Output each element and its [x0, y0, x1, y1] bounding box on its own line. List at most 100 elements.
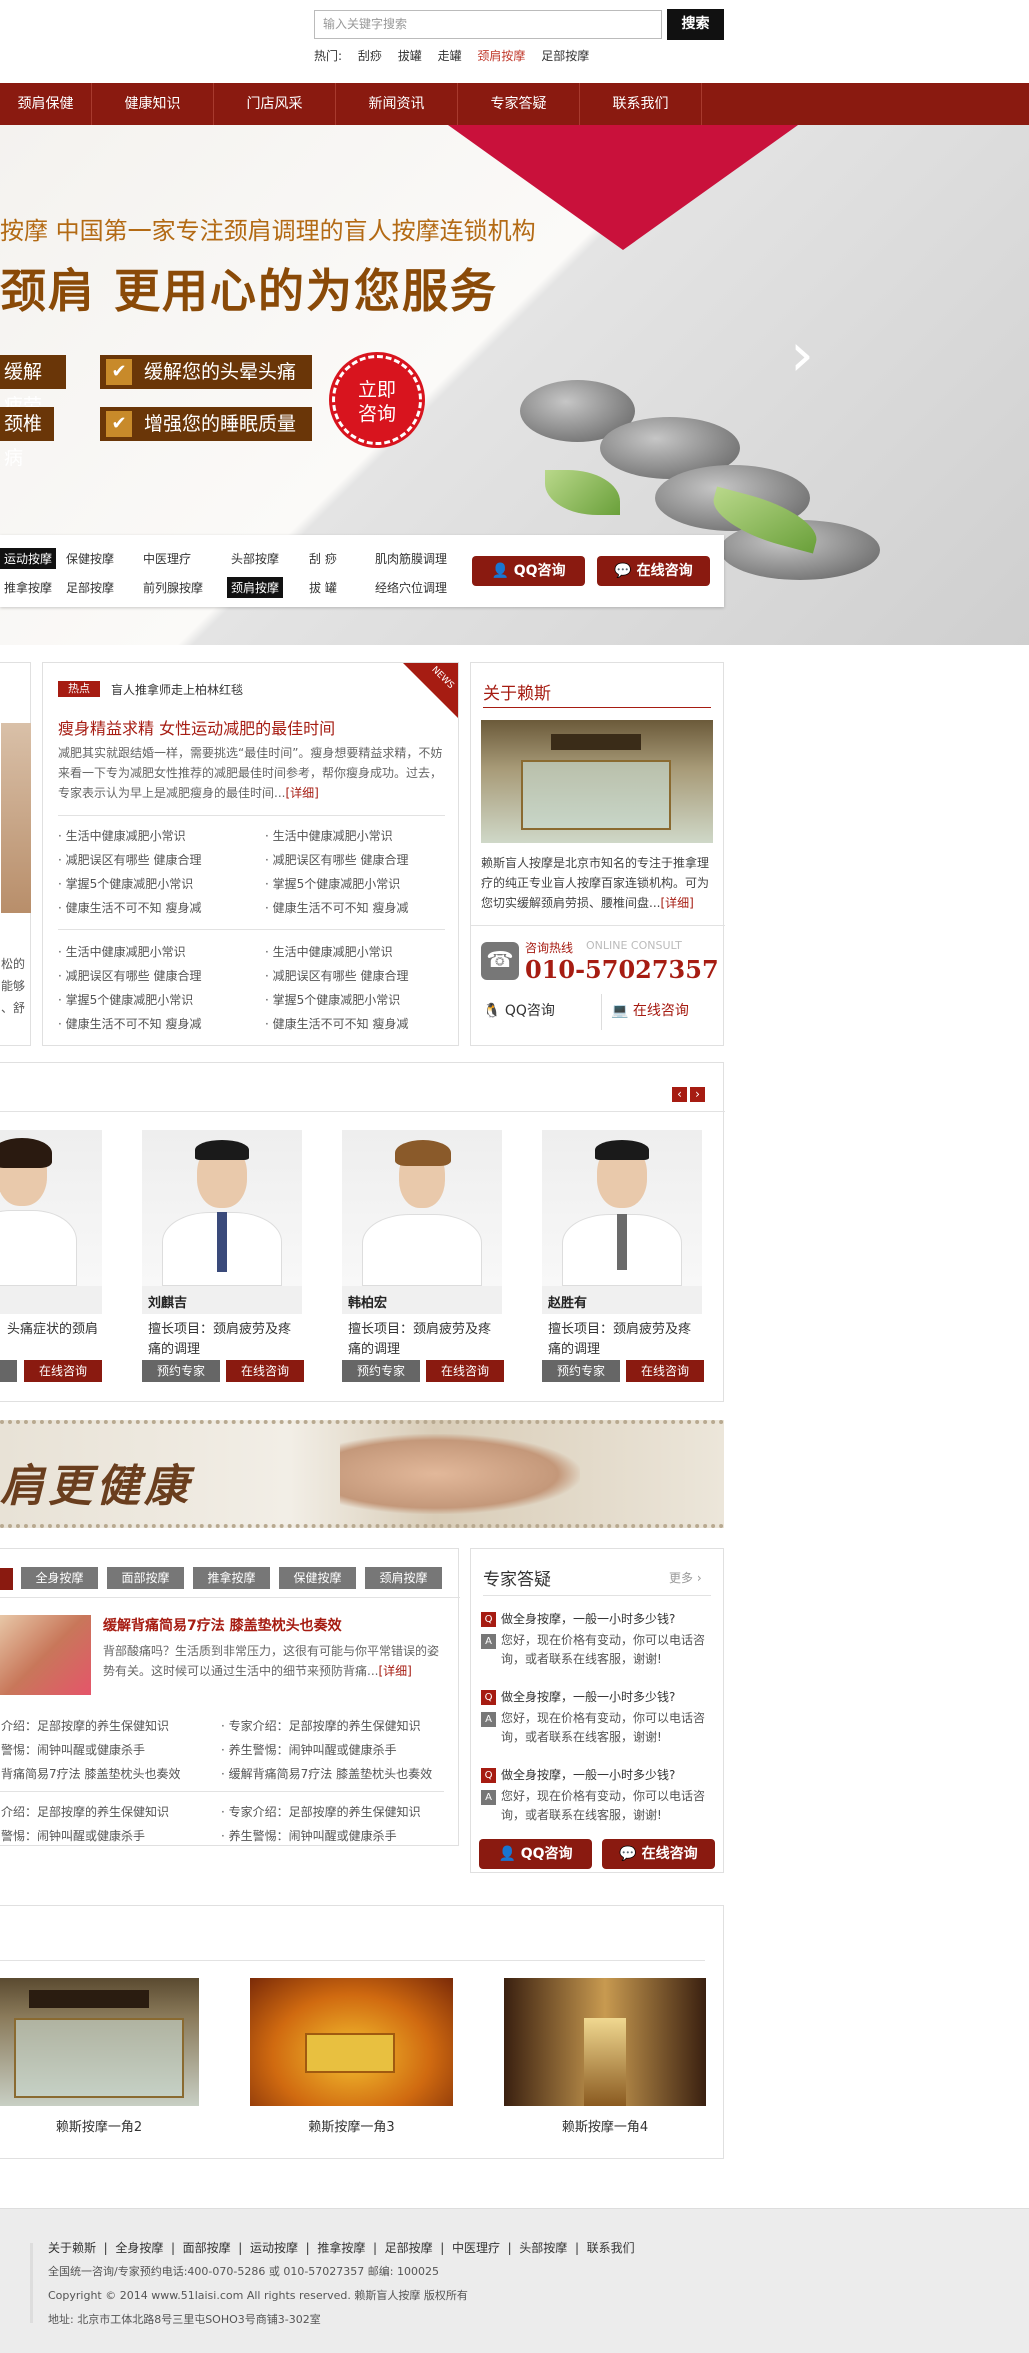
nav-item[interactable]: 健康知识 [92, 83, 214, 125]
store-caption[interactable]: 赖斯按摩一角2 [0, 2116, 199, 2135]
quick-link[interactable]: 前列腺按摩 [139, 577, 207, 598]
tab-neck[interactable]: 颈肩按摩 [365, 1567, 442, 1589]
article-list-item[interactable]: 警惕：闹钟叫醒或健康杀手 [1, 1741, 145, 1758]
detail-link[interactable]: [详细] [285, 786, 318, 800]
article-list-item[interactable]: 背痛简易7疗法 膝盖垫枕头也奏效 [1, 1765, 180, 1782]
doctor-consult-button[interactable]: 在线咨询 [626, 1360, 704, 1382]
detail-link[interactable]: [详细] [378, 1664, 411, 1678]
qa-question[interactable]: Q 做全身按摩，一般一小时多少钱? [481, 1687, 716, 1707]
tab-active[interactable] [0, 1568, 13, 1590]
hot-link[interactable]: 走罐 [438, 49, 462, 63]
store-caption[interactable]: 赖斯按摩一角3 [250, 2116, 453, 2135]
prev-arrow-icon[interactable]: ‹ [672, 1087, 687, 1102]
footer-link[interactable]: 运动按摩 [250, 2241, 298, 2255]
news-list-item[interactable]: · 减肥误区有哪些 健康合理 [265, 851, 408, 868]
news-list-item[interactable]: · 掌握5个健康减肥小常识 [265, 991, 400, 1008]
qa-more-link[interactable]: 更多 › [669, 1569, 702, 1586]
article-list-item[interactable]: · 缓解背痛简易7疗法 膝盖垫枕头也奏效 [221, 1765, 432, 1782]
news-list-item[interactable]: · 掌握5个健康减肥小常识 [58, 991, 193, 1008]
news-list-item[interactable]: · 健康生活不可不知 瘦身减 [58, 1015, 201, 1032]
quick-link[interactable]: 颈肩按摩 [227, 577, 284, 598]
hot-news-link[interactable]: 盲人推拿师走上柏林红毯 [111, 681, 243, 698]
search-button[interactable]: 搜索 [667, 9, 724, 40]
footer-link[interactable]: 关于赖斯 [48, 2241, 96, 2255]
consult-now-button[interactable]: 立即 咨询 [332, 355, 422, 445]
doctor-consult-button[interactable]: 在线咨询 [226, 1360, 304, 1382]
qq-consult-button[interactable]: 👤 QQ咨询 [472, 556, 585, 586]
news-list-item[interactable]: · 生活中健康减肥小常识 [58, 827, 186, 844]
news-list-item[interactable]: · 减肥误区有哪些 健康合理 [265, 967, 408, 984]
about-qq-button[interactable]: 🐧 QQ咨询 [483, 1000, 555, 1020]
quick-link[interactable]: 拔 罐 [305, 577, 341, 598]
quick-link[interactable]: 经络穴位调理 [371, 577, 451, 598]
news-list-item[interactable]: · 健康生活不可不知 瘦身减 [265, 899, 408, 916]
news-list-item[interactable]: · 掌握5个健康减肥小常识 [58, 875, 193, 892]
qa-qq-button[interactable]: 👤 QQ咨询 [479, 1839, 592, 1869]
article-list-item[interactable]: 介绍：足部按摩的养生保健知识 [1, 1803, 169, 1820]
book-doctor-button[interactable] [0, 1360, 17, 1382]
book-doctor-button[interactable]: 预约专家 [542, 1360, 620, 1382]
quick-link[interactable]: 中医理疗 [139, 548, 195, 569]
article-list-item[interactable]: · 养生警惕：闹钟叫醒或健康杀手 [221, 1741, 397, 1758]
quick-link[interactable]: 刮 痧 [305, 548, 341, 569]
book-doctor-button[interactable]: 预约专家 [342, 1360, 420, 1382]
footer-link[interactable]: 足部按摩 [385, 2241, 433, 2255]
qa-question[interactable]: Q 做全身按摩，一般一小时多少钱? [481, 1765, 716, 1785]
article-title[interactable]: 缓解背痛简易7疗法 膝盖垫枕头也奏效 [103, 1615, 342, 1635]
consult-line: 咨询 [357, 403, 396, 425]
article-list-item[interactable]: 介绍：足部按摩的养生保健知识 [1, 1717, 169, 1734]
detail-link[interactable]: [详细] [660, 896, 693, 910]
footer-link[interactable]: 头部按摩 [519, 2241, 567, 2255]
nav-item[interactable]: 颈肩保健 [0, 83, 92, 125]
book-doctor-button[interactable]: 预约专家 [142, 1360, 220, 1382]
tab-facial[interactable]: 面部按摩 [107, 1567, 184, 1589]
online-consult-button[interactable]: 💬 在线咨询 [597, 556, 710, 586]
articles-panel: 缓解背痛简易7疗法 膝盖垫枕头也奏效 背部酸痛吗？生活质到非常压力，这很有可能与… [0, 1548, 460, 1846]
news-list-item[interactable]: · 健康生活不可不知 瘦身减 [58, 899, 201, 916]
hot-link[interactable]: 拔罐 [398, 49, 422, 63]
article-list-item[interactable]: · 养生警惕：闹钟叫醒或健康杀手 [221, 1827, 397, 1844]
tab-health[interactable]: 保健按摩 [279, 1567, 356, 1589]
doctor-consult-button[interactable]: 在线咨询 [24, 1360, 102, 1382]
footer-link[interactable]: 中医理疗 [452, 2241, 500, 2255]
hot-link[interactable]: 足部按摩 [541, 49, 589, 63]
quick-link[interactable]: 头部按摩 [227, 548, 283, 569]
news-headline[interactable]: 瘦身精益求精 女性运动减肥的最佳时间 [58, 715, 335, 739]
news-list-item[interactable]: · 减肥误区有哪些 健康合理 [58, 851, 201, 868]
quick-link[interactable]: 肌肉筋膜调理 [371, 548, 451, 569]
next-arrow-icon[interactable]: › [690, 1087, 705, 1102]
news-list-item[interactable]: · 生活中健康减肥小常识 [265, 827, 393, 844]
article-list-item[interactable]: · 专家介绍：足部按摩的养生保健知识 [221, 1717, 421, 1734]
nav-item[interactable]: 专家答疑 [458, 83, 580, 125]
tab-full-body[interactable]: 全身按摩 [21, 1567, 98, 1589]
doctor-consult-button[interactable]: 在线咨询 [426, 1360, 504, 1382]
news-list-item[interactable]: · 减肥误区有哪些 健康合理 [58, 967, 201, 984]
news-list-item[interactable]: · 掌握5个健康减肥小常识 [265, 875, 400, 892]
news-list-item[interactable]: · 健康生活不可不知 瘦身减 [265, 1015, 408, 1032]
footer-link[interactable]: 联系我们 [587, 2241, 635, 2255]
search-input[interactable]: 输入关键字搜索 [314, 10, 662, 39]
quick-link[interactable]: 保健按摩 [62, 548, 118, 569]
nav-item[interactable]: 新闻资讯 [336, 83, 458, 125]
footer-link[interactable]: 面部按摩 [183, 2241, 231, 2255]
quick-link[interactable]: 推拿按摩 [0, 577, 56, 598]
about-online-button[interactable]: 💻 在线咨询 [611, 1000, 689, 1020]
store-caption[interactable]: 赖斯按摩一角4 [504, 2116, 706, 2135]
banner-next-arrow[interactable]: › [790, 320, 814, 390]
article-list-item[interactable]: · 专家介绍：足部按摩的养生保健知识 [221, 1803, 421, 1820]
tab-tuina[interactable]: 推拿按摩 [193, 1567, 270, 1589]
footer-link[interactable]: 全身按摩 [115, 2241, 163, 2255]
article-list-item[interactable]: 警惕：闹钟叫醒或健康杀手 [1, 1827, 145, 1844]
quick-link[interactable]: 运动按摩 [0, 548, 57, 569]
quick-link[interactable]: 足部按摩 [62, 577, 118, 598]
qa-online-button[interactable]: 💬 在线咨询 [602, 1839, 715, 1869]
qa-question[interactable]: Q 做全身按摩，一般一小时多少钱? [481, 1609, 716, 1629]
hot-link[interactable]: 刮痧 [358, 49, 382, 63]
news-list-item[interactable]: · 生活中健康减肥小常识 [58, 943, 186, 960]
divider [0, 1960, 705, 1961]
news-list-item[interactable]: · 生活中健康减肥小常识 [265, 943, 393, 960]
nav-item[interactable]: 联系我们 [580, 83, 702, 125]
hot-link[interactable]: 颈肩按摩 [477, 49, 525, 63]
footer-link[interactable]: 推拿按摩 [317, 2241, 365, 2255]
nav-item[interactable]: 门店风采 [214, 83, 336, 125]
